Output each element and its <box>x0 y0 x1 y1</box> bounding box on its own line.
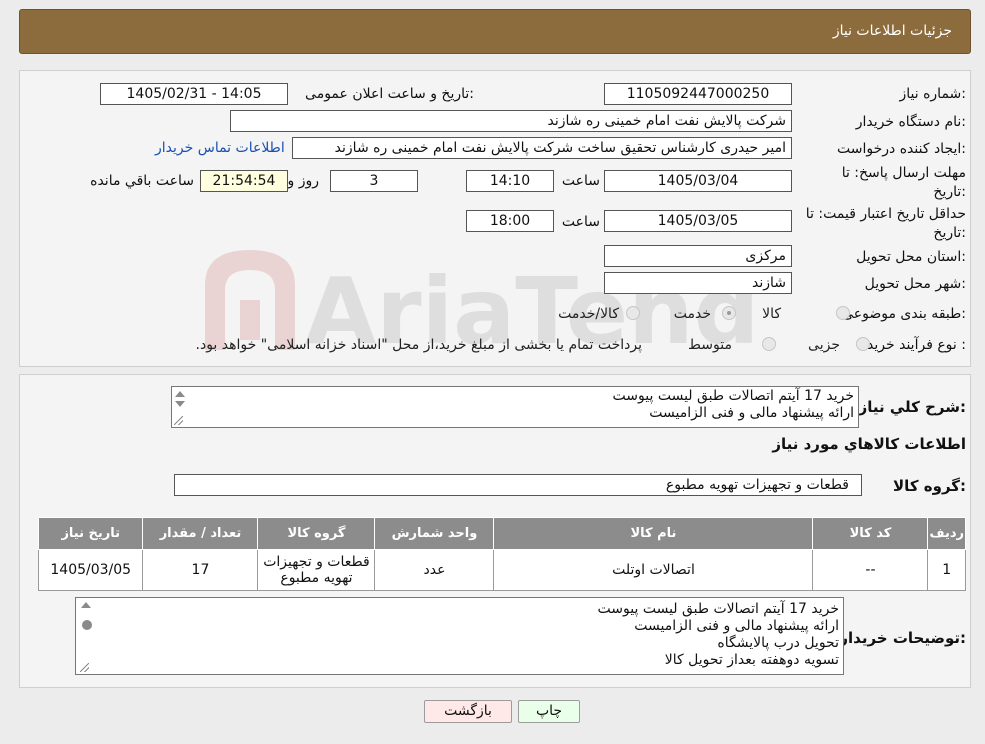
category-radio-goods[interactable] <box>836 306 850 320</box>
cell-item-name: اتصالات اوتلت <box>493 549 814 591</box>
reply-deadline-label: مهلت ارسال پاسخ: تا <box>841 165 966 181</box>
need-number-label: شماره نیاز: <box>899 86 966 102</box>
requester-field[interactable]: امیر حیدری کارشناس تحقیق ساخت شرکت پالای… <box>292 137 792 159</box>
price-validity-date-field[interactable]: 1405/03/05 <box>604 210 792 232</box>
summary-line-1: خرید 17 آیتم اتصالات طبق لیست پیوست <box>612 388 854 404</box>
buyer-notes-label: توضیحات خریدار: <box>839 629 966 647</box>
purchase-type-radio-medium[interactable] <box>762 337 776 351</box>
col-need-date: تاریخ نیاز <box>37 517 144 550</box>
buyer-notes-line-3: تحویل درب پالایشگاه <box>717 635 839 651</box>
price-validity-label: حداقل تاریخ اعتبار قیمت: تا <box>805 206 966 222</box>
table-header-row: ردیف کد کالا نام کالا واحد شمارش گروه کا… <box>37 517 966 550</box>
goods-group-label: گروه كالا: <box>893 477 966 495</box>
buyer-org-field[interactable]: شرکت پالایش نفت امام خمینی ره شازند <box>230 110 792 132</box>
category-radio-service[interactable] <box>722 306 736 320</box>
category-label: طبقه بندی موضوعی: <box>842 306 966 322</box>
price-validity-time-label: ساعت <box>561 214 600 230</box>
items-table: ردیف کد کالا نام کالا واحد شمارش گروه کا… <box>37 517 966 591</box>
buyer-contact-link[interactable]: اطلاعات تماس خریدار <box>155 140 285 156</box>
col-item-group: گروه کالا <box>257 517 376 550</box>
summary-textarea[interactable]: خرید 17 آیتم اتصالات طبق لیست پیوست ارائ… <box>171 386 859 428</box>
requester-label: ایجاد کننده درخواست: <box>837 141 966 157</box>
reply-deadline-label-2: تاریخ: <box>933 184 966 200</box>
col-quantity: تعداد / مقدار <box>142 517 259 550</box>
items-section-title: اطلاعات كالاهاي مورد نياز <box>772 435 966 453</box>
goods-group-field[interactable]: قطعات و تجهیزات تهویه مطبوع <box>174 474 862 496</box>
buyer-notes-line-2: ارائه پیشنهاد مالی و فنی الزامیست <box>634 618 839 634</box>
reply-time-label: ساعت <box>561 173 600 189</box>
col-row-number: ردیف <box>927 517 966 550</box>
buyer-notes-scrollbar[interactable] <box>78 598 94 674</box>
remaining-time-field: 21:54:54 <box>200 170 288 192</box>
announce-datetime-label: تاریخ و ساعت اعلان عمومی: <box>305 86 474 102</box>
col-item-name: نام کالا <box>493 517 814 550</box>
category-option-goods: کالا <box>762 306 781 322</box>
buyer-notes-line-4: تسویه دوهفته بعداز تحویل کالا <box>664 652 839 668</box>
province-label: استان محل تحویل: <box>856 249 966 265</box>
purchase-type-option-medium: متوسط <box>688 337 732 353</box>
cell-need-date: 1405/03/05 <box>37 549 144 591</box>
cell-quantity: 17 <box>142 549 259 591</box>
province-field[interactable]: مرکزی <box>604 245 792 267</box>
purchase-type-label: نوع فرآیند خرید : <box>867 337 966 353</box>
need-number-field[interactable]: 1105092447000250 <box>604 83 792 105</box>
cell-unit: عدد <box>374 549 495 591</box>
reply-date-field[interactable]: 1405/03/04 <box>604 170 792 192</box>
buyer-notes-line-1: خرید 17 آیتم اتصالات طبق لیست پیوست <box>597 601 839 617</box>
back-button[interactable]: بازگشت <box>424 700 512 723</box>
remaining-days-field[interactable]: 3 <box>330 170 418 192</box>
category-option-goods-service: کالا/خدمت <box>558 306 619 322</box>
buyer-org-label: نام دستگاه خریدار: <box>855 114 966 130</box>
col-unit: واحد شمارش <box>374 517 495 550</box>
cell-row-number: 1 <box>927 549 966 591</box>
purchase-type-option-minor: جزیی <box>808 337 840 353</box>
city-field[interactable]: شازند <box>604 272 792 294</box>
col-item-code: کد کالا <box>812 517 929 550</box>
cell-item-code: -- <box>812 549 929 591</box>
days-label: روز و <box>287 173 320 189</box>
print-button[interactable]: چاپ <box>518 700 580 723</box>
summary-line-2: ارائه پیشنهاد مالی و فنی الزامیست <box>649 405 854 421</box>
category-option-service: خدمت <box>673 306 711 322</box>
category-radio-goods-service[interactable] <box>626 306 640 320</box>
table-row[interactable]: 1 -- اتصالات اوتلت عدد قطعات و تجهیزات ت… <box>37 549 966 591</box>
cell-item-group: قطعات و تجهیزات تهویه مطبوع <box>257 549 376 591</box>
purchase-type-note: پرداخت تمام یا بخشی از مبلغ خرید،از محل … <box>195 337 642 353</box>
price-validity-label-2: تاریخ: <box>933 225 966 241</box>
reply-time-field[interactable]: 14:10 <box>466 170 554 192</box>
page-title: جزئیات اطلاعات نیاز <box>832 23 952 39</box>
city-label: شهر محل تحویل: <box>864 276 966 292</box>
summary-scrollbar[interactable] <box>172 387 188 427</box>
remaining-time-label: ساعت باقي مانده <box>90 173 194 189</box>
purchase-type-radio-minor[interactable] <box>856 337 870 351</box>
page-header: جزئیات اطلاعات نیاز <box>19 9 971 54</box>
buyer-notes-textarea[interactable]: خرید 17 آیتم اتصالات طبق لیست پیوست ارائ… <box>75 597 844 675</box>
summary-label: شرح كلي نياز: <box>858 398 966 416</box>
announce-datetime-field[interactable]: 1405/02/31 - 14:05 <box>100 83 288 105</box>
price-validity-time-field[interactable]: 18:00 <box>466 210 554 232</box>
